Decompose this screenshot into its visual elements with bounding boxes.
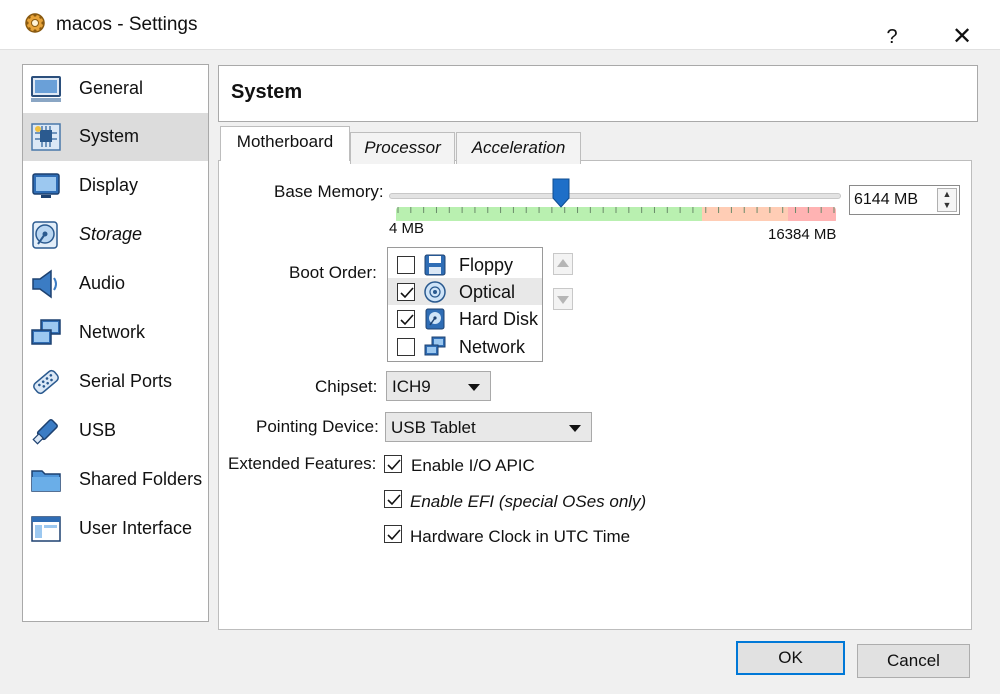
cancel-button[interactable]: Cancel — [857, 644, 970, 678]
tab-motherboard[interactable]: Motherboard — [220, 126, 350, 161]
window-title: macos - Settings — [56, 14, 198, 35]
enable-efi-checkbox[interactable] — [384, 490, 402, 508]
title-bar: macos - Settings ? ✕ — [0, 0, 1000, 50]
sidebar-item-label: Display — [79, 175, 139, 195]
pointing-device-value: USB Tablet — [391, 418, 476, 437]
hardware-clock-utc-label[interactable]: Hardware Clock in UTC Time — [410, 527, 630, 547]
help-button[interactable]: ? — [872, 22, 912, 52]
window-icon — [31, 516, 61, 542]
monitor-icon — [31, 76, 61, 102]
hardware-clock-utc-checkbox[interactable] — [384, 525, 402, 543]
arrow-down-icon — [557, 296, 569, 304]
memory-spinbox[interactable]: 6144 MB ▲ ▼ — [849, 185, 960, 215]
sidebar-item-label: Audio — [79, 273, 126, 293]
checkmark-icon — [387, 529, 401, 541]
spin-up-icon[interactable]: ▲ — [938, 189, 956, 200]
sidebar-item-label: System — [79, 126, 140, 146]
boot-item-floppy[interactable]: Floppy — [388, 251, 542, 278]
move-up-button[interactable] — [553, 253, 573, 275]
sidebar-item-label: User Interface — [79, 518, 193, 538]
sidebar-item-label: Storage — [79, 224, 143, 244]
network-icon — [424, 336, 446, 356]
sidebar-item-display[interactable]: Display — [23, 162, 208, 210]
chipset-label: Chipset: — [315, 377, 378, 396]
memory-value[interactable]: 6144 MB — [854, 191, 918, 209]
move-down-button[interactable] — [553, 288, 573, 310]
ok-button[interactable]: OK — [736, 641, 845, 675]
enable-efi-label[interactable]: Enable EFI (special OSes only) — [410, 492, 646, 512]
checkmark-icon — [387, 459, 401, 471]
base-memory-label: Base Memory: — [274, 182, 384, 201]
sidebar-item-label: Shared Folders — [79, 469, 203, 489]
hard-disk-icon — [425, 308, 445, 330]
pointing-device-label: Pointing Device: — [256, 417, 379, 436]
floppy-icon — [424, 254, 446, 276]
folder-icon — [31, 470, 61, 492]
sidebar-item-serial-ports[interactable]: Serial Ports — [23, 358, 208, 406]
memory-slider-thumb[interactable] — [552, 178, 570, 208]
arrow-up-icon — [557, 259, 569, 267]
sidebar-item-audio[interactable]: Audio — [23, 260, 208, 308]
boot-item-hard-disk[interactable]: Hard Disk — [388, 305, 542, 332]
boot-item-label: Floppy — [459, 255, 514, 275]
usb-icon — [32, 419, 58, 445]
sidebar-item-label: General — [79, 78, 144, 98]
chipset-select[interactable]: ICH9 — [386, 371, 491, 401]
storage-icon — [32, 221, 58, 249]
sidebar-item-system[interactable]: System — [23, 113, 208, 161]
page-header: System — [218, 65, 978, 122]
boot-item-optical[interactable]: Optical — [388, 278, 542, 305]
boot-order-list: Floppy Optical Hard Disk Network — [387, 247, 543, 362]
sidebar-item-usb[interactable]: USB — [23, 407, 208, 455]
tab-acceleration[interactable]: Acceleration — [456, 132, 581, 164]
boot-item-label: Optical — [459, 282, 516, 302]
enable-io-apic-label[interactable]: Enable I/O APIC — [411, 456, 535, 476]
chevron-down-icon — [468, 384, 480, 391]
sidebar-item-general[interactable]: General — [23, 65, 208, 113]
tab-processor[interactable]: Processor — [350, 132, 455, 164]
sidebar-item-user-interface[interactable]: User Interface — [23, 505, 208, 553]
pointing-device-select[interactable]: USB Tablet — [385, 412, 592, 442]
sidebar-item-label: Serial Ports — [79, 371, 173, 391]
boot-item-network[interactable]: Network — [388, 333, 542, 360]
boot-item-label: Hard Disk — [459, 309, 539, 329]
boot-item-label: Network — [459, 337, 526, 357]
virtualbox-gear-icon — [25, 13, 45, 33]
sidebar-item-storage[interactable]: Storage — [23, 211, 208, 259]
memory-spin-buttons[interactable]: ▲ ▼ — [937, 188, 957, 212]
boot-network-checkbox[interactable] — [397, 338, 415, 356]
page-title: System — [231, 81, 303, 103]
boot-hard-disk-checkbox[interactable] — [397, 310, 415, 328]
optical-disc-icon — [424, 281, 446, 303]
boot-floppy-checkbox[interactable] — [397, 256, 415, 274]
memory-scale-ticks — [397, 207, 835, 213]
sidebar-item-network[interactable]: Network — [23, 309, 208, 357]
boot-optical-checkbox[interactable] — [397, 283, 415, 301]
extended-features-label: Extended Features: — [228, 454, 377, 473]
chipset-value: ICH9 — [392, 377, 431, 396]
memory-slider-track[interactable] — [389, 193, 841, 199]
settings-sidebar: General System Display Storage Audio Net… — [22, 64, 209, 622]
chip-icon — [31, 123, 61, 151]
memory-max-label: 16384 MB — [768, 226, 837, 243]
close-button[interactable]: ✕ — [942, 22, 982, 52]
checkmark-icon — [400, 314, 414, 326]
sidebar-item-label: Network — [79, 322, 146, 342]
spin-down-icon[interactable]: ▼ — [938, 200, 956, 211]
checkmark-icon — [400, 287, 414, 299]
sidebar-item-shared-folders[interactable]: Shared Folders — [23, 456, 208, 504]
chevron-down-icon — [569, 425, 581, 432]
checkmark-icon — [387, 494, 401, 506]
display-icon — [32, 173, 60, 198]
speaker-icon — [32, 269, 57, 299]
enable-io-apic-checkbox[interactable] — [384, 455, 402, 473]
serial-port-icon — [33, 369, 59, 395]
sidebar-item-label: USB — [79, 420, 117, 440]
memory-min-label: 4 MB — [389, 220, 425, 237]
boot-order-label: Boot Order: — [289, 263, 377, 282]
network-icon — [31, 319, 61, 345]
